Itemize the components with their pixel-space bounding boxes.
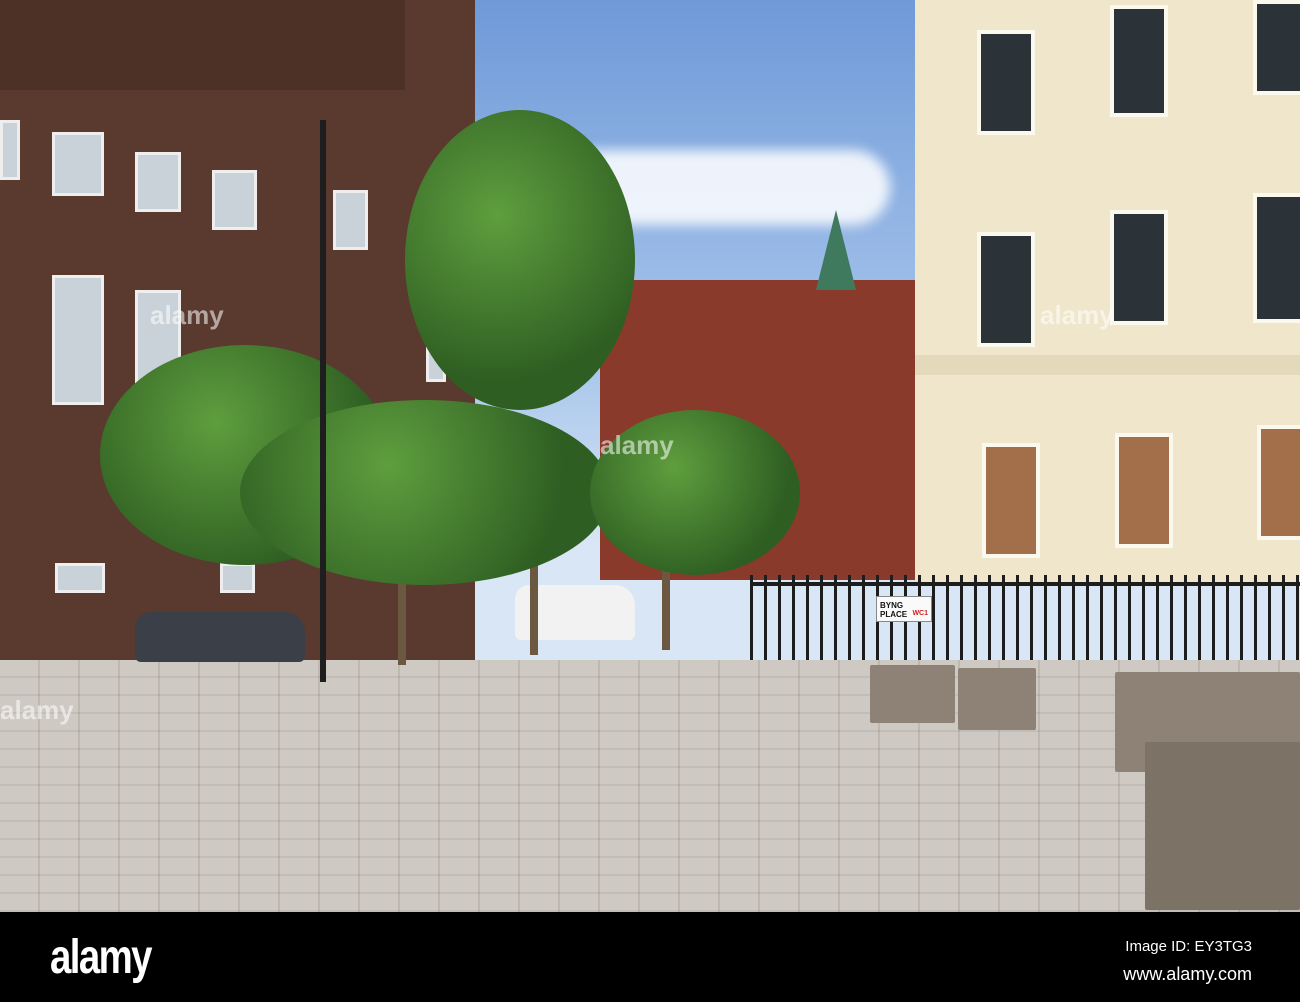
watermark: alamy bbox=[0, 695, 74, 725]
image-id: Image ID: EY3TG3 bbox=[1125, 938, 1252, 955]
street-sign: BYNG PLACE WC1 bbox=[876, 596, 932, 622]
tree-trunk bbox=[530, 555, 538, 655]
paving-pattern bbox=[0, 660, 1300, 912]
sign-district: WC1 bbox=[912, 610, 928, 617]
green-spire bbox=[816, 210, 856, 290]
watermark: alamy bbox=[150, 300, 224, 330]
tree-canopy bbox=[240, 400, 610, 585]
footer-bar: alamy Image ID: EY3TG3 www.alamy.com bbox=[0, 912, 1300, 1002]
photo: BYNG PLACE WC1 alamy alamy alamy alamy bbox=[0, 0, 1300, 912]
alamy-logo: alamy bbox=[50, 931, 152, 984]
cream-georgian-building bbox=[915, 0, 1300, 585]
iron-railings bbox=[750, 575, 1300, 660]
watermark: alamy bbox=[600, 430, 674, 460]
site-url: www.alamy.com bbox=[1123, 964, 1252, 984]
watermark: alamy bbox=[1040, 300, 1114, 330]
bench bbox=[958, 668, 1036, 730]
tall-tree bbox=[405, 110, 635, 410]
bench bbox=[870, 665, 955, 723]
bench-foreground bbox=[1145, 742, 1300, 910]
parked-car bbox=[135, 612, 305, 662]
street-lamp bbox=[320, 120, 326, 682]
